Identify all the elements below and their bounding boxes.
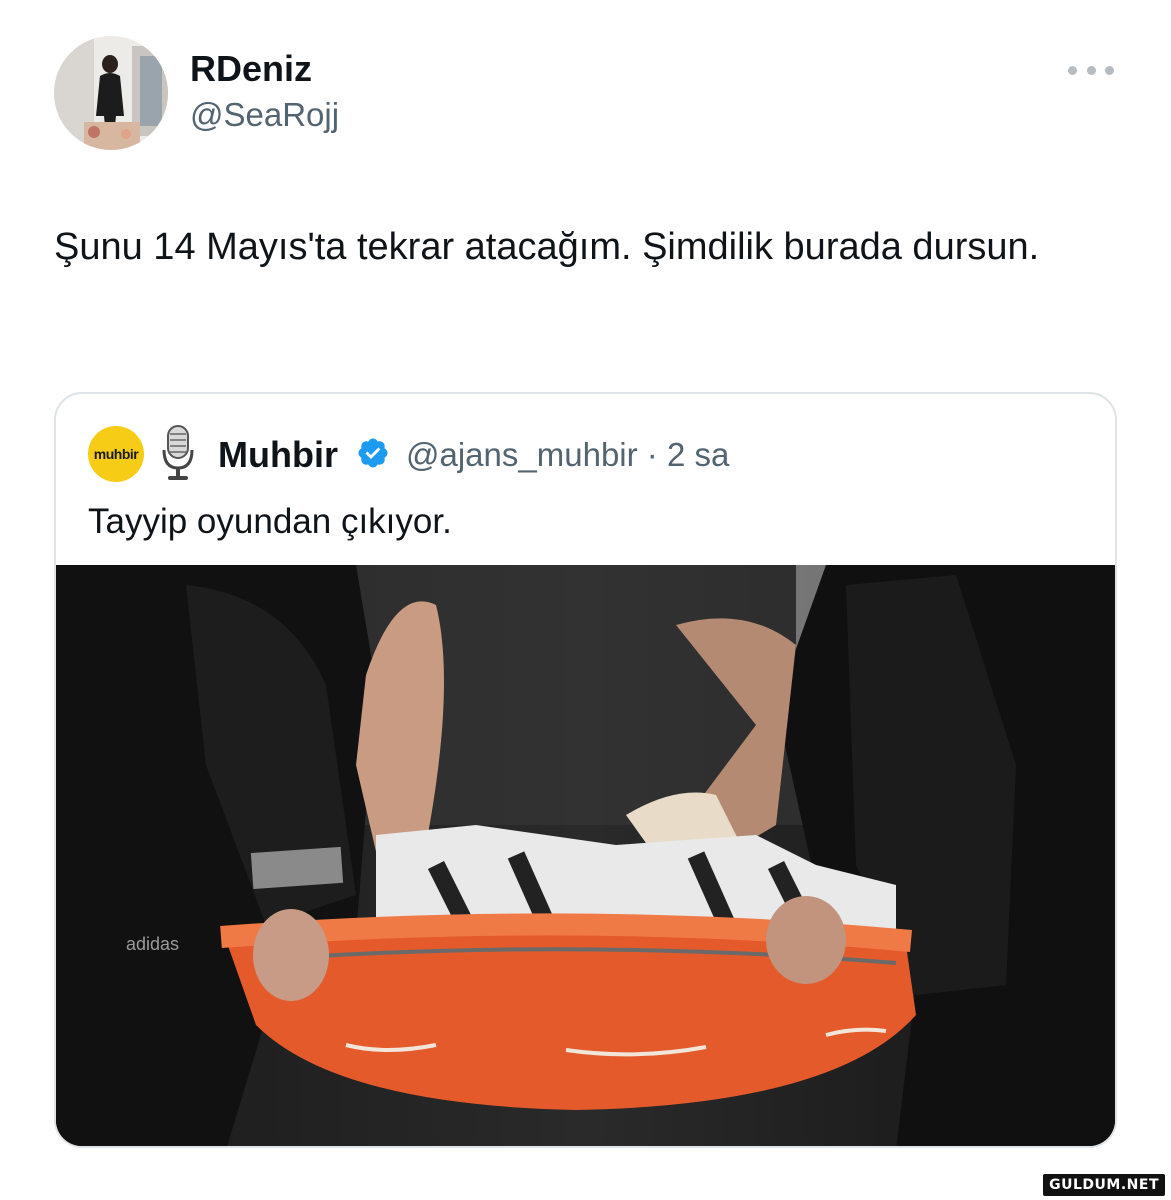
- quoted-author-handle[interactable]: @ajans_muhbir: [406, 436, 638, 473]
- author-name[interactable]: RDeniz: [190, 48, 312, 90]
- site-watermark: GULDUM.NET: [1043, 1174, 1165, 1196]
- adidas-logo-text: adidas: [126, 934, 179, 954]
- meta-separator: ·: [646, 436, 658, 473]
- microphone-icon: [162, 425, 194, 480]
- logo-text: muhbir: [93, 446, 139, 462]
- more-options-icon[interactable]: [1068, 58, 1114, 82]
- quoted-tweet-text: Tayyip oyundan çıkıyor.: [88, 502, 452, 541]
- stretcher-photo: adidas: [56, 565, 1115, 1146]
- more-dot: [1086, 65, 1096, 75]
- more-dot: [1105, 65, 1114, 75]
- quoted-tweet-card[interactable]: muhbir Muhbir @ajans_muhbir · 2 sa Tayyi…: [54, 392, 1117, 1148]
- author-handle[interactable]: @SeaRojj: [190, 96, 339, 134]
- quoted-meta: @ajans_muhbir · 2 sa: [406, 436, 729, 474]
- quoted-tweet-image[interactable]: adidas: [56, 565, 1115, 1146]
- author-avatar[interactable]: [54, 36, 168, 150]
- quoted-author-name[interactable]: Muhbir: [218, 434, 338, 476]
- quoted-timestamp[interactable]: 2 sa: [667, 436, 729, 473]
- more-dot: [1068, 65, 1077, 75]
- quoted-avatar-logo[interactable]: muhbir: [88, 426, 144, 482]
- tweet-text: Şunu 14 Mayıs'ta tekrar atacağım. Şimdil…: [54, 226, 1040, 268]
- verified-badge-icon: [358, 438, 388, 468]
- avatar-photo: [54, 36, 168, 150]
